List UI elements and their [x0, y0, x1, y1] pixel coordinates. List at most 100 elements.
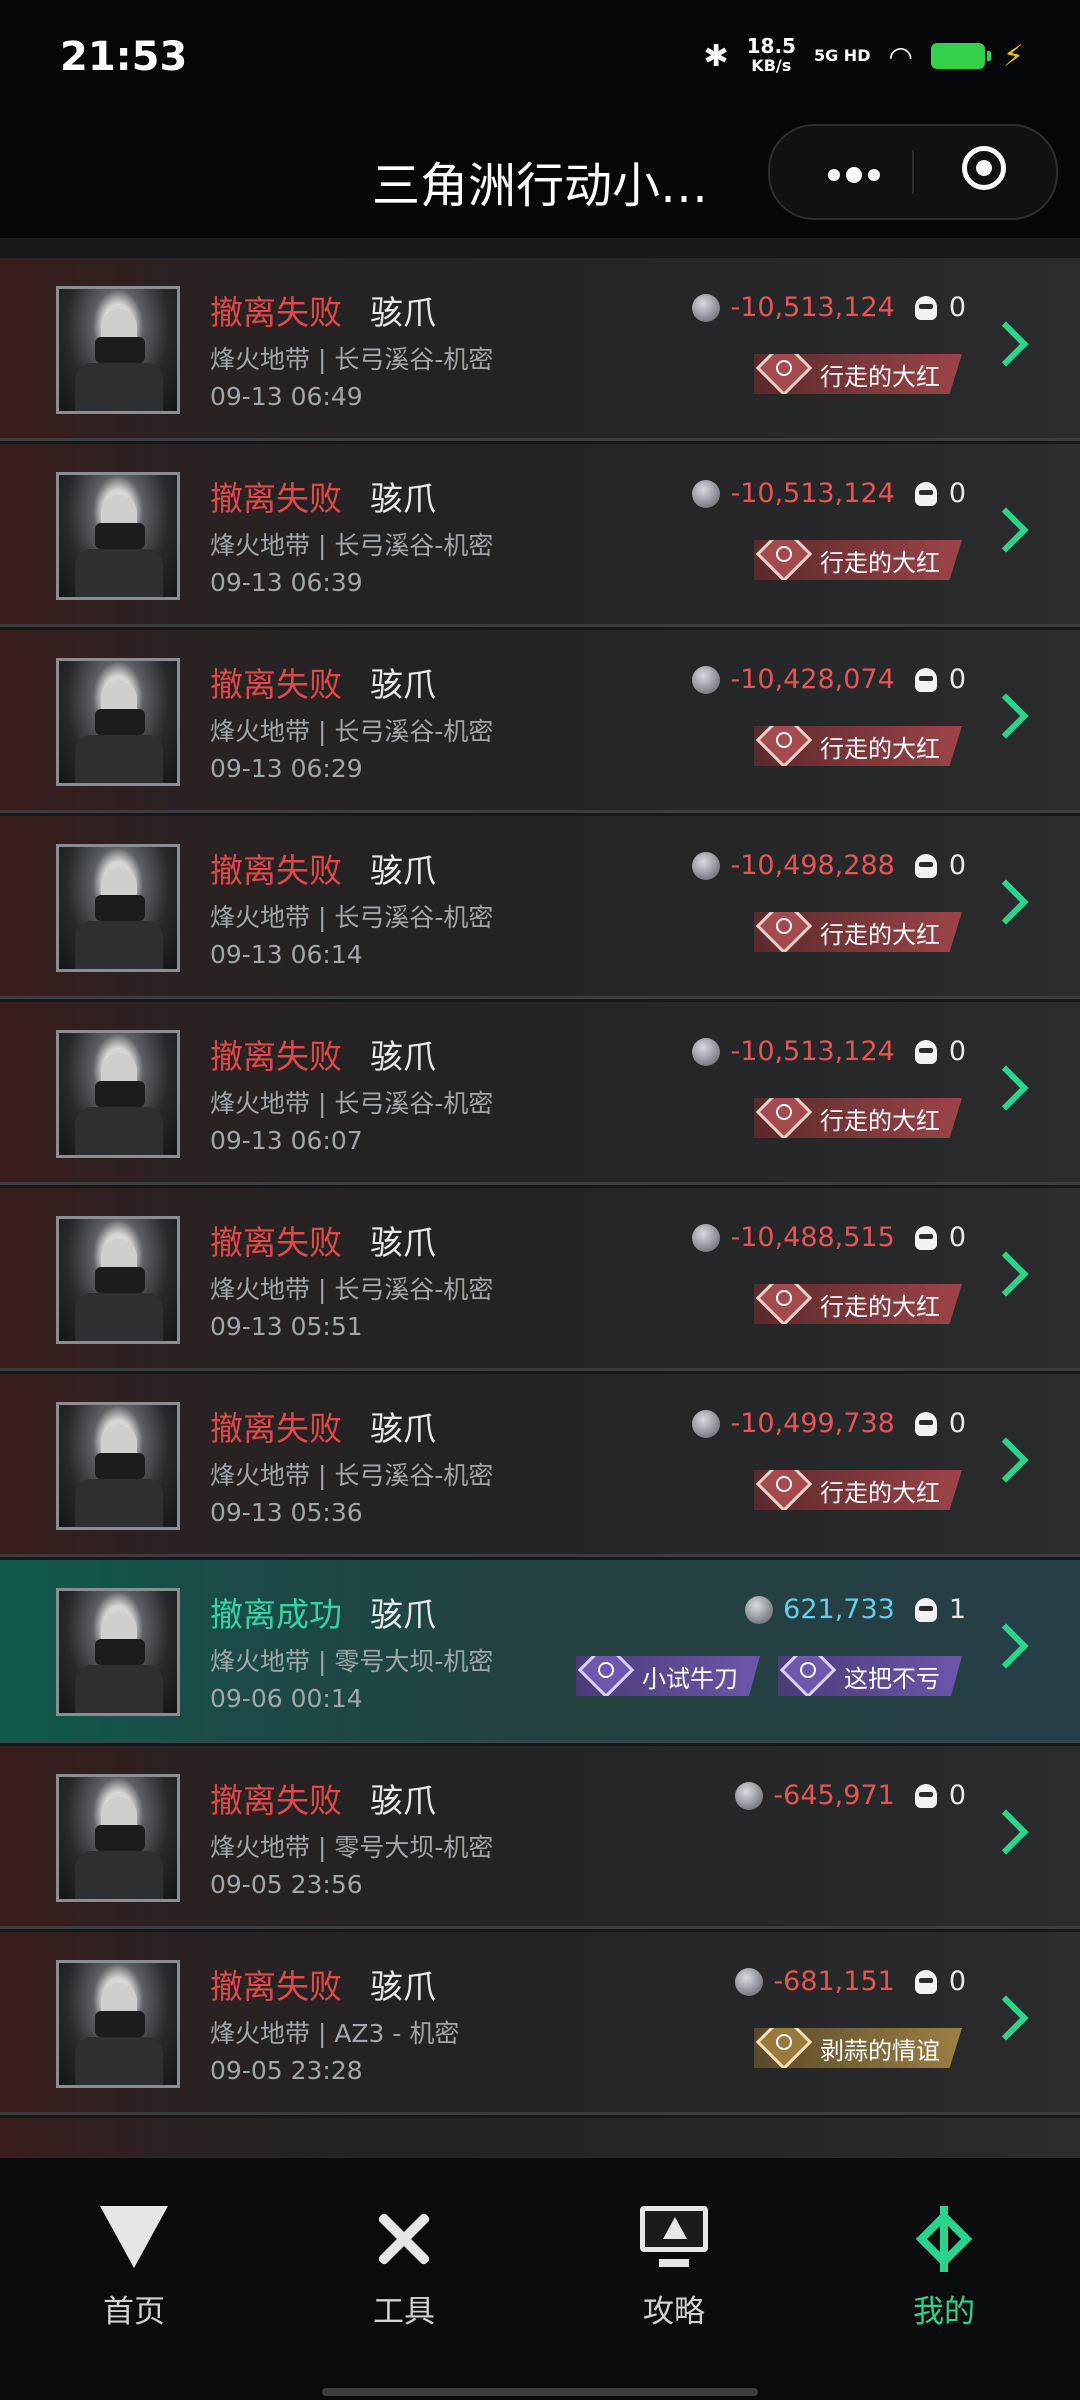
- operator-avatar: [56, 472, 180, 600]
- extraction-result: 撤离失败: [210, 293, 342, 332]
- chevron-right-icon[interactable]: [983, 507, 1029, 553]
- chevron-right-icon[interactable]: [983, 321, 1029, 367]
- asset-value: -10,428,074: [730, 664, 895, 695]
- badge-emblem-icon: [577, 1656, 635, 1696]
- more-icon[interactable]: [828, 166, 888, 183]
- achievement-badge: 行走的大红: [754, 726, 962, 766]
- record-row[interactable]: 撤离失败 骇爪 烽火地带 | 零号大坝-机密 09-05 23:56 -645,…: [0, 1746, 1080, 1929]
- tab-mine[interactable]: 我的: [844, 2206, 1044, 2331]
- record-row[interactable]: 撤离失败 骇爪 烽火地带 | 长弓溪谷-机密 09-13 06:07 -10,5…: [0, 1002, 1080, 1185]
- skull-icon: [914, 1783, 937, 1808]
- bluetooth-icon: ✱: [703, 38, 729, 74]
- badge-label: 行走的大红: [820, 734, 940, 763]
- operator-avatar: [56, 1402, 180, 1530]
- record-row[interactable]: 撤离失败 骇爪 烽火地带 | 长弓溪谷-机密 09-13 05:36 -10,4…: [0, 1374, 1080, 1557]
- map-name: 烽火地带 | 长弓溪谷-机密: [210, 1461, 494, 1490]
- chevron-right-icon[interactable]: [983, 1251, 1029, 1297]
- tab-guide[interactable]: 攻略: [574, 2206, 774, 2331]
- wifi-icon: ◠: [888, 39, 913, 73]
- record-row[interactable]: 撤离失败 骇爪 烽火地带 | 长弓溪谷-机密 09-13 06:29 -10,4…: [0, 630, 1080, 813]
- match-stats: -10,513,124 0: [692, 478, 966, 509]
- asset-value: -645,971: [773, 1780, 895, 1811]
- achievement-badge: 行走的大红: [754, 1284, 962, 1324]
- asset-value: -10,513,124: [730, 1036, 895, 1067]
- battery-icon: [930, 43, 991, 69]
- capsule-divider: [912, 150, 914, 194]
- map-name: 烽火地带 | 长弓溪谷-机密: [210, 531, 494, 560]
- skull-icon: [914, 1411, 937, 1436]
- record-row[interactable]: 撤离失败 骇爪 烽火地带 | 长弓溪谷-机密 09-13 05:51 -10,4…: [0, 1188, 1080, 1371]
- badge-group: 行走的大红: [754, 540, 962, 580]
- close-target-icon[interactable]: [962, 146, 1006, 190]
- skull-icon: [914, 1039, 937, 1064]
- chevron-right-icon[interactable]: [983, 1809, 1029, 1855]
- badge-emblem-icon: [755, 912, 813, 952]
- chevron-right-icon[interactable]: [983, 879, 1029, 925]
- kill-count: 0: [948, 1408, 966, 1439]
- tab-tools[interactable]: 工具: [304, 2206, 504, 2331]
- tab-home-label: 首页: [103, 2294, 165, 2330]
- record-row[interactable]: 撤离失败 骇爪 烽火地带 | 长弓溪谷-机密 09-13 06:14 -10,4…: [0, 816, 1080, 999]
- status-bar: 21:53 ✱ 18.5 KB/s 5G HD ◠ ⚡: [0, 0, 1080, 118]
- record-row[interactable]: 撤离失败 骇爪 烽火地带 | 长弓溪谷-机密 09-13 06:39 -10,5…: [0, 444, 1080, 627]
- mine-icon: [911, 2206, 977, 2272]
- achievement-badge: 行走的大红: [754, 540, 962, 580]
- badge-group: 行走的大红: [754, 1098, 962, 1138]
- badge-group: 小试牛刀 这把不亏: [576, 1656, 962, 1696]
- operator-name: 骇爪: [370, 1223, 436, 1262]
- home-icon: [100, 2206, 168, 2268]
- extraction-result: 撤离失败: [210, 479, 342, 518]
- record-row[interactable]: 撤离失败 骇爪 烽火地带 | 长弓溪谷-机密 09-13 06:49 -10,5…: [0, 258, 1080, 441]
- kill-count: 0: [948, 292, 966, 323]
- skull-icon: [914, 481, 937, 506]
- achievement-badge: 行走的大红: [754, 912, 962, 952]
- record-row[interactable]: 撤离成功 骇爪 烽火地带 | 零号大坝-机密 09-06 00:14 621,7…: [0, 1560, 1080, 1743]
- achievement-badge: 剥蒜的情谊: [754, 2028, 962, 2068]
- match-time: 09-13 06:14: [210, 940, 363, 969]
- match-stats: 621,733 1: [745, 1594, 966, 1625]
- extraction-result: 撤离失败: [210, 665, 342, 704]
- achievement-badge: 行走的大红: [754, 1098, 962, 1138]
- chevron-right-icon[interactable]: [983, 1065, 1029, 1111]
- operator-avatar: [56, 844, 180, 972]
- operator-name: 骇爪: [370, 1037, 436, 1076]
- bottom-tab-bar: 首页 工具 攻略 我的: [0, 2158, 1080, 2400]
- match-stats: -10,513,124 0: [692, 292, 966, 323]
- asset-value: -10,513,124: [730, 478, 895, 509]
- match-record-list[interactable]: 撤离失败 骇爪 烽火地带 | 长弓溪谷-机密 09-13 06:49 -10,5…: [0, 238, 1080, 2158]
- badge-group: 行走的大红: [754, 1284, 962, 1324]
- skull-icon: [914, 1969, 937, 1994]
- coin-icon: [692, 851, 721, 880]
- record-row[interactable]: 撤离失败 骇爪 烽火地带 | AZ3 - 机密 09-05 23:28 -681…: [0, 1932, 1080, 2115]
- match-time: 09-06 00:14: [210, 1684, 363, 1713]
- match-time: 09-13 06:39: [210, 568, 363, 597]
- operator-avatar: [56, 286, 180, 414]
- status-time: 21:53: [60, 34, 188, 80]
- nav-header: 三角洲行动小…: [0, 118, 1080, 238]
- badge-emblem-icon: [755, 2028, 813, 2068]
- badge-label: 小试牛刀: [642, 1664, 738, 1693]
- coin-icon: [735, 1967, 764, 1996]
- match-time: 09-13 06:07: [210, 1126, 363, 1155]
- badge-emblem-icon: [755, 354, 813, 394]
- badge-group: 剥蒜的情谊: [754, 2028, 962, 2068]
- chevron-right-icon[interactable]: [983, 693, 1029, 739]
- operator-avatar: [56, 1030, 180, 1158]
- chevron-right-icon[interactable]: [983, 1623, 1029, 1669]
- record-row-partial[interactable]: [0, 2118, 1080, 2158]
- kill-count: 0: [948, 1966, 966, 1997]
- map-name: 烽火地带 | 零号大坝-机密: [210, 1833, 494, 1862]
- operator-name: 骇爪: [370, 665, 436, 704]
- match-stats: -645,971 0: [735, 1780, 966, 1811]
- coin-icon: [735, 1781, 764, 1810]
- chevron-right-icon[interactable]: [983, 1437, 1029, 1483]
- kill-count: 0: [948, 478, 966, 509]
- map-name: 烽火地带 | 长弓溪谷-机密: [210, 345, 494, 374]
- kill-count: 0: [948, 850, 966, 881]
- coin-icon: [692, 1037, 721, 1066]
- kill-count: 0: [948, 664, 966, 695]
- tab-home[interactable]: 首页: [34, 2206, 234, 2331]
- chevron-right-icon[interactable]: [983, 1995, 1029, 2041]
- badge-emblem-icon: [755, 540, 813, 580]
- achievement-badge: 行走的大红: [754, 354, 962, 394]
